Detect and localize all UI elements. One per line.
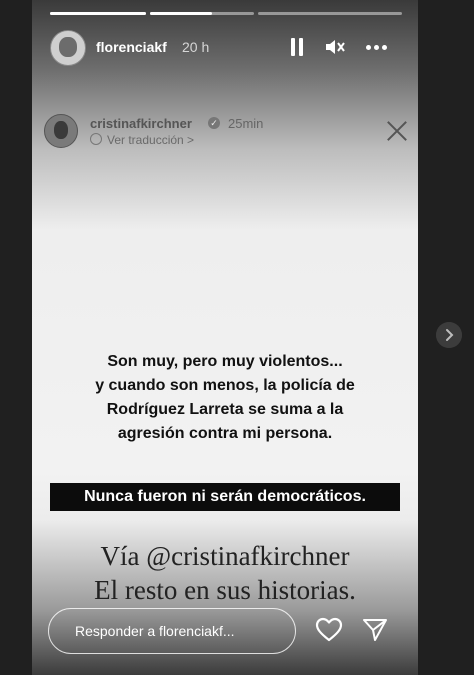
embedded-post-avatar	[44, 114, 78, 148]
via-line-2: El resto en sus historias.	[94, 575, 356, 605]
globe-icon	[90, 133, 102, 145]
next-story-button[interactable]	[436, 322, 462, 348]
embedded-post-username: cristinafkirchner	[90, 116, 192, 131]
translate-link: Ver traducción >	[90, 133, 194, 147]
more-options-icon[interactable]	[366, 45, 388, 50]
translate-label: Ver traducción >	[107, 133, 195, 147]
send-icon[interactable]	[362, 617, 388, 643]
close-icon	[386, 120, 408, 142]
progress-segment-1	[50, 12, 146, 15]
story-main-text: Son muy, pero muy violentos... y cuando …	[52, 350, 398, 446]
text-line-2: y cuando son menos, la policía de	[95, 377, 355, 394]
progress-fill-1	[50, 12, 146, 15]
progress-segment-2	[150, 12, 254, 15]
avatar[interactable]	[50, 30, 86, 66]
story-username[interactable]: florenciakf	[96, 39, 167, 55]
embedded-post-timestamp: 25min	[228, 116, 264, 131]
progress-fill-2	[150, 12, 213, 15]
mute-icon[interactable]	[324, 37, 346, 57]
highlight-banner: Nunca fueron ni serán democráticos.	[50, 483, 400, 511]
pause-icon[interactable]	[290, 38, 304, 56]
story-viewer[interactable]: florenciakf 20 h cristinafkirchner ✓ 25m…	[32, 0, 418, 675]
via-caption: Vía @cristinafkirchner El resto en sus h…	[32, 539, 418, 607]
text-line-3: Rodríguez Larreta se suma a la	[106, 401, 344, 418]
via-line-1: Vía @cristinafkirchner	[100, 541, 350, 571]
reply-input[interactable]: Responder a florenciakf...	[48, 608, 296, 654]
text-line-1: Son muy, pero muy violentos...	[107, 353, 343, 370]
heart-icon[interactable]	[315, 617, 343, 643]
story-timestamp: 20 h	[182, 39, 210, 55]
progress-segment-3	[258, 12, 402, 15]
verified-badge-icon: ✓	[208, 117, 220, 129]
text-line-4: agresión contra mi persona.	[117, 425, 333, 442]
